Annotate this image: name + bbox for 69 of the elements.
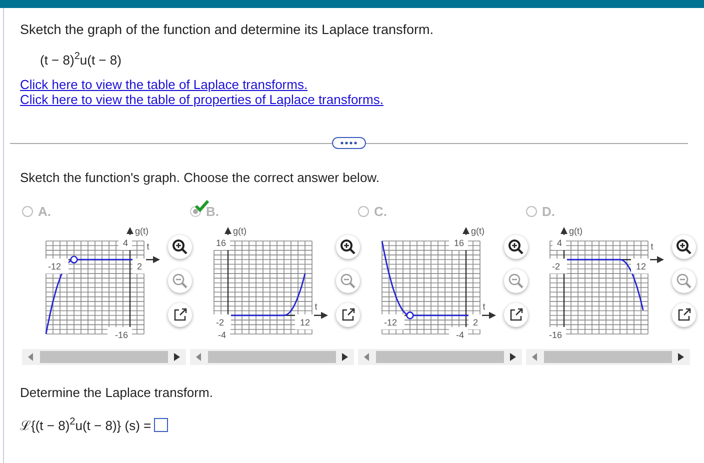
label-background (132, 258, 146, 274)
scroll-right-icon[interactable] (174, 353, 180, 362)
zoom-in-icon[interactable] (336, 235, 360, 260)
popout-icon[interactable] (504, 303, 528, 328)
horizontal-scrollbar[interactable] (526, 349, 690, 366)
tick-label: 12 (300, 318, 310, 328)
option-label: C. (374, 204, 387, 219)
zoom-in-icon[interactable] (168, 235, 192, 260)
horizontal-scrollbar[interactable] (358, 349, 522, 366)
axis-label: g(t) (233, 226, 246, 236)
scroll-right-icon[interactable] (510, 353, 516, 362)
tick-label: 4 (556, 238, 562, 248)
label-background (380, 314, 404, 330)
laplace-expression: ℒ{(t − 8)$^{2}$u(t − 8)} (s) = (20, 416, 152, 434)
axis-label: g(t) (135, 226, 148, 236)
tick-label: -16 (114, 330, 128, 340)
tick-label: 12 (636, 262, 646, 272)
popout-icon[interactable] (336, 303, 360, 328)
zoom-in-icon[interactable] (672, 235, 696, 260)
scroll-left-icon[interactable] (28, 353, 34, 362)
link[interactable]: Click here to view the table of Laplace transforms. (20, 77, 384, 92)
tick-label: 16 (454, 238, 464, 248)
tick-label: -12 (384, 318, 398, 328)
scroll-right-icon[interactable] (678, 353, 684, 362)
tick-label: -12 (48, 262, 62, 272)
zoom-out-icon[interactable] (336, 269, 360, 294)
expand-button[interactable] (332, 137, 366, 150)
tick-label: 2 (472, 318, 478, 328)
open-point (406, 312, 414, 320)
zoom-out-icon[interactable] (168, 269, 192, 294)
link[interactable]: Click here to view the table of properties of Laplace transforms. (20, 92, 384, 108)
option-label: B. (206, 204, 219, 219)
popout-icon[interactable] (168, 303, 192, 328)
tick-label: -2 (552, 262, 560, 272)
axis-label: t (314, 302, 318, 312)
zoom-out-icon[interactable] (672, 269, 696, 294)
scroll-left-icon[interactable] (532, 353, 538, 362)
horizontal-scrollbar[interactable] (190, 349, 354, 366)
dots-icon (339, 140, 359, 146)
tick-label: -16 (548, 330, 562, 340)
instruction-text: Determine the Laplace transform. (20, 385, 214, 400)
tick-label: 2 (136, 262, 142, 272)
tick-label: -2 (216, 318, 224, 328)
tick-label: 16 (216, 238, 226, 248)
tick-label: -4 (456, 330, 464, 340)
function-formula: (t − 8)$^{2}$u(t − 8) (40, 51, 122, 68)
option-label: D. (542, 204, 555, 219)
instruction-text: Sketch the function's graph. Choose the correct answer below. (20, 170, 380, 186)
tick-label: -4 (218, 330, 226, 340)
axis-label: g(t) (471, 226, 484, 236)
popout-icon[interactable] (672, 303, 696, 328)
horizontal-scrollbar[interactable] (22, 349, 186, 366)
open-point (70, 256, 78, 264)
zoom-in-icon[interactable] (504, 235, 528, 260)
question-text: Sketch the graph of the function and determine its Laplace transform. (20, 21, 434, 37)
label-background (468, 314, 482, 330)
label-background (631, 258, 650, 274)
axis-label: t (146, 242, 150, 252)
tick-label: 4 (122, 238, 128, 248)
axis-label: g(t) (569, 226, 582, 236)
zoom-out-icon[interactable] (504, 269, 528, 294)
label-background (44, 258, 68, 274)
answer-box[interactable] (154, 418, 168, 432)
axis-label: t (650, 242, 654, 252)
scroll-left-icon[interactable] (196, 353, 202, 362)
scroll-left-icon[interactable] (364, 353, 370, 362)
axis-label: t (482, 302, 486, 312)
option-label: A. (38, 204, 51, 219)
scroll-right-icon[interactable] (342, 353, 348, 362)
